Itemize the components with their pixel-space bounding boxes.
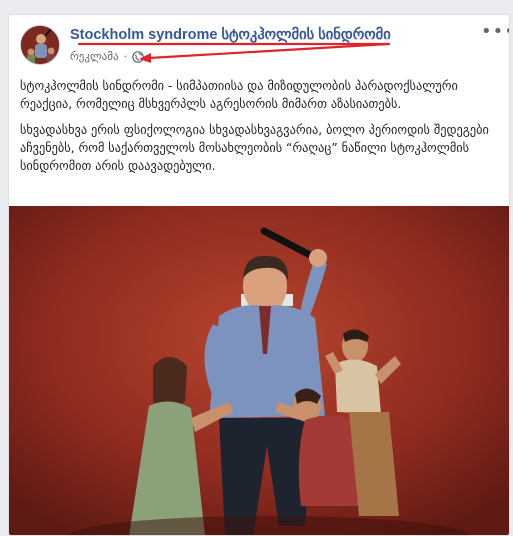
more-options-icon[interactable]: •••	[481, 23, 509, 41]
post-meta: რეკლამა ·	[70, 50, 144, 63]
post-card: Stockholm syndrome სტოკჰოლმის სინდრომი რე…	[8, 14, 510, 536]
meta-separator: ·	[123, 50, 128, 63]
page-name-link[interactable]: Stockholm syndrome სტოკჰოლმის სინდრომი	[70, 27, 395, 43]
page-avatar[interactable]	[20, 25, 60, 65]
post-header: Stockholm syndrome სტოკჰოლმის სინდრომი რე…	[9, 15, 509, 71]
post-text: სტოკჰოლმის სინდრომი - სიმპათიისა და მიზი…	[20, 77, 500, 183]
post-paragraph-2: სხვადასხვა ერის ფსიქოლოგია სხვადასხვაგვა…	[20, 123, 489, 173]
globe-icon[interactable]	[132, 50, 144, 63]
post-image[interactable]	[9, 206, 509, 535]
sponsored-label[interactable]: რეკლამა	[70, 50, 119, 63]
page-name-georgian[interactable]: სტოკჰოლმის სინდრომი	[221, 27, 390, 43]
page-name-latin[interactable]: Stockholm syndrome	[70, 27, 217, 43]
post-paragraph-1: სტოკჰოლმის სინდრომი - სიმპათიისა და მიზი…	[20, 79, 458, 111]
